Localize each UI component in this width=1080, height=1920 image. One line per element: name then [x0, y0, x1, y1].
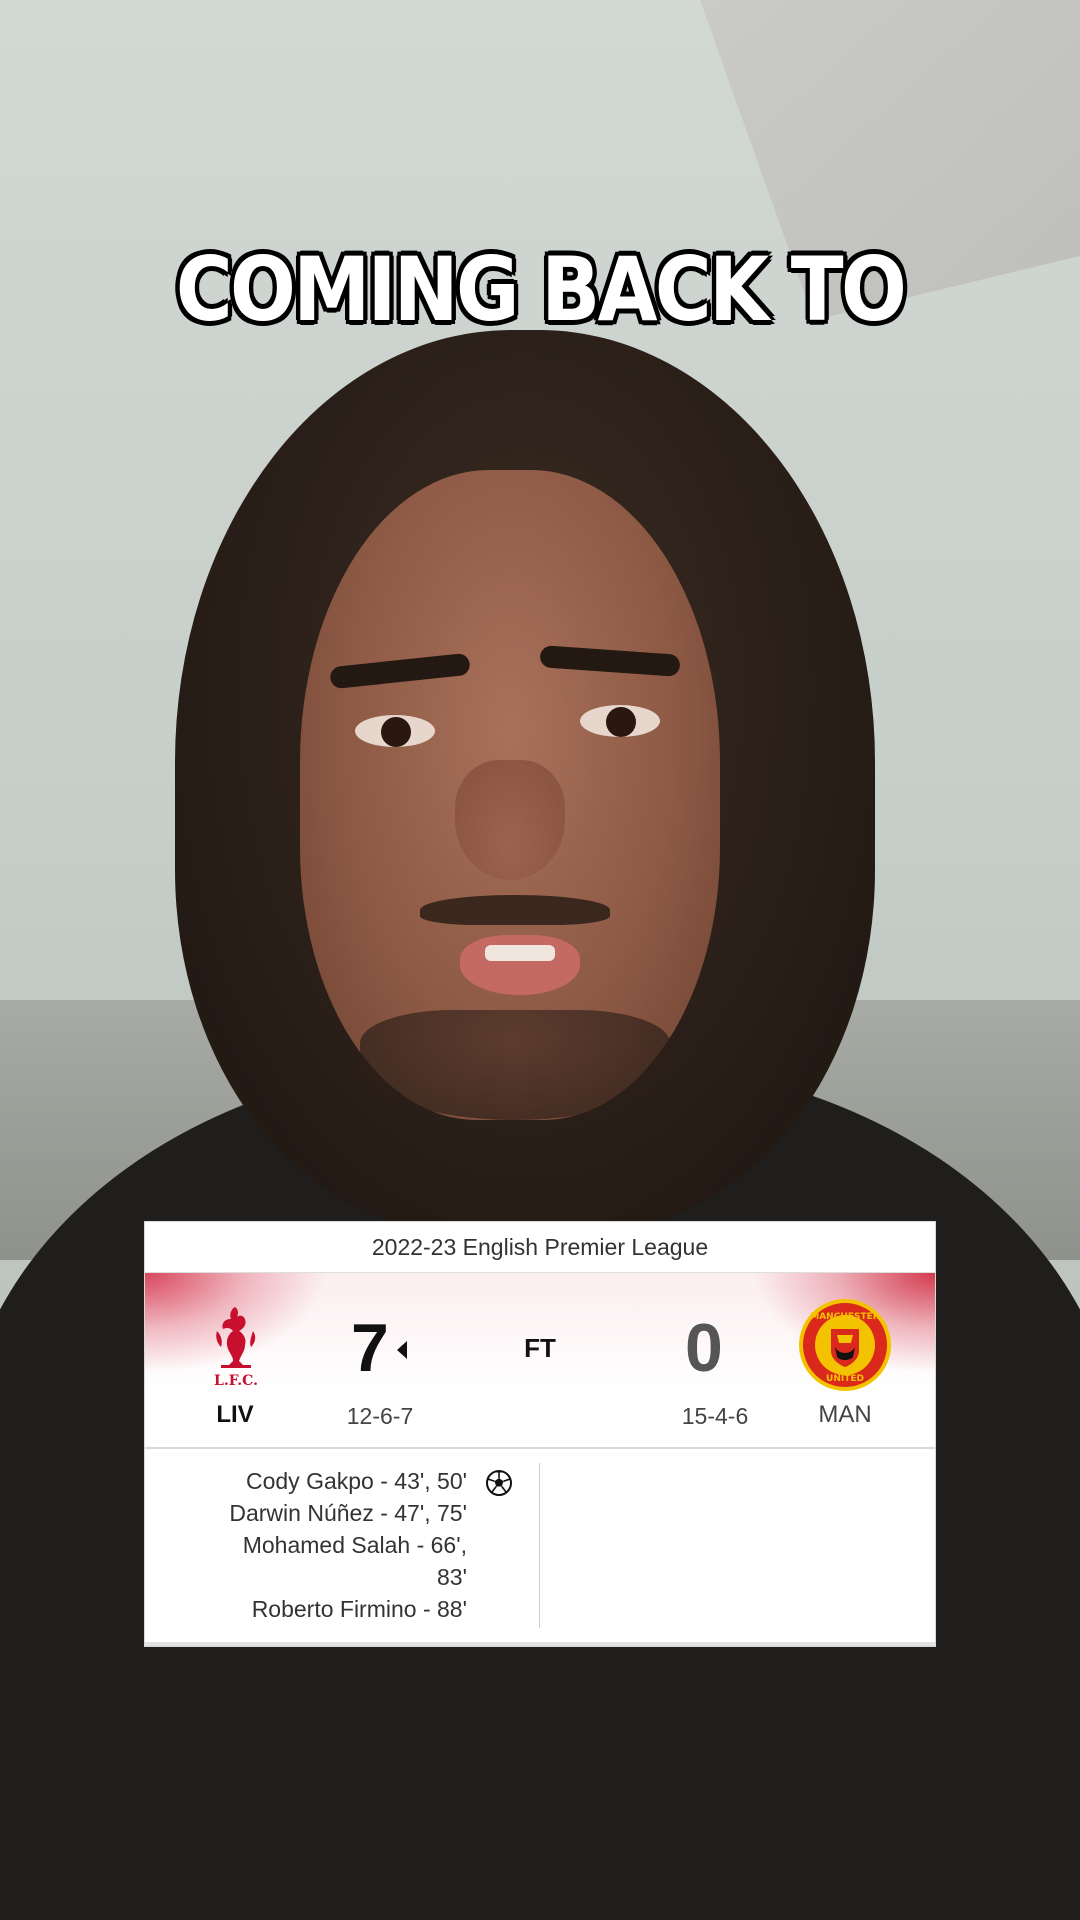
caret-left-icon: [397, 1341, 407, 1359]
scorer-line: Cody Gakpo - 43', 50': [245, 1468, 467, 1494]
scorer-line: 83': [437, 1564, 467, 1590]
home-score: 7: [351, 1310, 389, 1386]
scorers-divider: [539, 1463, 540, 1628]
home-team-abbr: LIV: [216, 1401, 254, 1428]
man-utd-crest-bottom-text: UNITED: [826, 1374, 864, 1384]
home-record: 12-6-7: [346, 1403, 414, 1429]
mouth: [460, 935, 580, 995]
competition-title: 2022-23 English Premier League: [145, 1222, 935, 1273]
away-record: 15-4-6: [681, 1403, 749, 1429]
away-score: 0: [685, 1310, 723, 1386]
man-utd-crest-top-text: MANCHESTER: [810, 1312, 880, 1322]
manchester-united-crest-icon: MANCHESTER UNITED: [799, 1299, 891, 1391]
scorer-line: Roberto Firmino - 88': [251, 1596, 467, 1622]
soccer-ball-icon: [486, 1470, 512, 1496]
match-status: FT: [524, 1333, 556, 1363]
scorer-line: Darwin Núñez - 47', 75': [229, 1500, 467, 1526]
nose: [455, 760, 565, 880]
scoreboard: L.F.C. LIV 7 12-6-7 FT 0 15-4-6 MANCHEST…: [145, 1273, 935, 1449]
mustache: [420, 895, 610, 925]
liverpool-crest-icon: L.F.C.: [214, 1307, 258, 1389]
liverpool-crest-text: L.F.C.: [214, 1373, 258, 1389]
right-eye: [580, 705, 660, 737]
away-team-abbr: MAN: [818, 1401, 872, 1428]
card-bottom-border: [145, 1642, 935, 1646]
goal-scorers: Cody Gakpo - 43', 50' Darwin Núñez - 47'…: [145, 1449, 935, 1645]
video-caption: COMING BACK TO: [175, 238, 907, 341]
scorer-line: Mohamed Salah - 66',: [242, 1532, 467, 1558]
beard: [360, 1010, 670, 1120]
home-scorer-list: Cody Gakpo - 43', 50' Darwin Núñez - 47'…: [145, 1465, 467, 1625]
left-eye: [355, 715, 435, 747]
match-scorecard[interactable]: 2022-23 English Premier League L.F.C. LI…: [145, 1222, 935, 1646]
